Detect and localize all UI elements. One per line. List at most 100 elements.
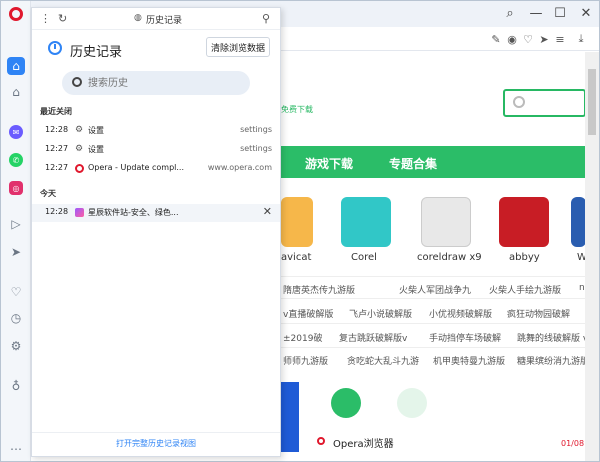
history-domain: settings	[240, 144, 272, 153]
search-icon	[513, 96, 525, 108]
player-icon[interactable]: ▷	[7, 215, 25, 233]
history-title: 星辰软件站-安全、绿色...	[88, 208, 179, 217]
opera-menu-button[interactable]	[7, 5, 25, 23]
pin-icon[interactable]: ⚲	[262, 12, 270, 25]
clear-browsing-data-button[interactable]: 清除浏览数据	[206, 37, 270, 57]
app-w-icon[interactable]	[571, 197, 586, 247]
tag-link[interactable]: 疯狂动物园破解	[507, 307, 570, 320]
apps-icon[interactable]	[331, 388, 361, 418]
history-domain: www.opera.com	[207, 163, 272, 172]
whatsapp-icon[interactable]: ✆	[7, 151, 25, 169]
tag-link[interactable]: 贪吃蛇大乱斗九游	[347, 354, 419, 367]
history-item[interactable]: 12:28 星辰软件站-安全、绿色... ✕	[32, 204, 280, 222]
app-name[interactable]: avicat	[281, 252, 311, 263]
tag-link[interactable]: 火柴人手绘九游版	[489, 283, 561, 296]
app-navicat-icon[interactable]	[281, 197, 313, 247]
history-item[interactable]: 12:28 ⚙ 设置 settings	[32, 122, 280, 140]
browser-window: ⌕ — ☐ ✕ ✎ ◉ ♡ ➤ ≡ ⤓ 免费下载 游戏下载 专题合集 avica…	[0, 0, 600, 462]
opera-icon	[317, 437, 325, 445]
app-abbyy-icon[interactable]	[499, 197, 549, 247]
history-search[interactable]	[62, 71, 250, 95]
panel-header-bar: ⋮ ↻ ◍ 历史记录 ⚲	[32, 8, 280, 30]
more-vertical-icon[interactable]: ⋮	[40, 12, 51, 25]
gamepad-icon[interactable]	[397, 388, 427, 418]
more-options-icon[interactable]: …	[7, 437, 25, 455]
page-title: 历史记录	[70, 45, 123, 60]
open-full-history-link[interactable]: 打开完整历史记录视图	[32, 438, 280, 449]
history-time: 12:27	[45, 163, 69, 172]
promo-title[interactable]: Opera浏览器	[333, 435, 394, 450]
globe-icon: ◍	[134, 13, 142, 23]
divider	[281, 298, 586, 299]
camera-icon[interactable]: ◉	[505, 32, 519, 46]
promo-image[interactable]	[281, 382, 299, 452]
tag-link[interactable]: 糖果缤纷消九游版	[517, 354, 586, 367]
divider	[281, 276, 586, 277]
speed-dial-icon[interactable]: ⌂	[7, 83, 25, 101]
clock-icon	[48, 41, 62, 55]
app-coreldraw-icon[interactable]	[421, 197, 471, 247]
nav-games[interactable]: 游戏下载	[305, 155, 353, 172]
history-item[interactable]: 12:27 Opera - Update compl... www.opera.…	[32, 160, 280, 178]
heart-icon[interactable]: ♡	[521, 32, 535, 46]
close-window-button[interactable]: ✕	[573, 4, 599, 22]
opera-icon	[74, 163, 84, 173]
tag-link[interactable]: 师师九游版	[283, 354, 328, 367]
app-name[interactable]: coreldraw x9	[417, 252, 482, 263]
tag-link[interactable]: 隋唐英杰传九游版	[283, 283, 355, 296]
tips-bulb-icon[interactable]: ♁	[7, 377, 25, 395]
history-domain: settings	[240, 125, 272, 134]
settings-gear-icon[interactable]: ⚙	[7, 337, 25, 355]
tag-link[interactable]: 小优视频破解版	[429, 307, 492, 320]
menu-icon[interactable]: ≡	[553, 32, 567, 46]
divider	[281, 347, 586, 348]
maximize-button[interactable]: ☐	[547, 4, 573, 22]
page-counter: 01/08	[561, 439, 585, 448]
tag-link[interactable]: ±2019破	[283, 331, 322, 344]
history-panel: ⋮ ↻ ◍ 历史记录 ⚲ 历史记录 清除浏览数据 最近关闭 12:28 ⚙ 设置…	[31, 7, 281, 457]
send-icon[interactable]: ➤	[537, 32, 551, 46]
history-time: 12:28	[45, 207, 69, 216]
tag-link[interactable]: 复古跳跃破解版v	[339, 331, 407, 344]
tag-link[interactable]: 机甲奥特曼九游版	[433, 354, 505, 367]
search-icon	[72, 77, 82, 87]
gear-icon: ⚙	[74, 125, 84, 135]
tag-link[interactable]: 火柴人军团战争九	[399, 283, 471, 296]
web-page: 免费下载 游戏下载 专题合集 avicat Corel coreldraw x9…	[281, 52, 586, 461]
section-recently-closed: 最近关闭	[40, 107, 72, 116]
refresh-icon[interactable]: ↻	[58, 12, 67, 25]
opera-sidebar: ⌂ ⌂ ✉ ✆ ◎ ▷ ➤ ♡ ◷ ⚙ ♁ …	[1, 1, 31, 461]
gear-icon: ⚙	[74, 144, 84, 154]
tag-link[interactable]: 跳舞的线破解版 v	[517, 331, 586, 344]
instagram-icon[interactable]: ◎	[7, 179, 25, 197]
app-corel-icon[interactable]	[341, 197, 391, 247]
minimize-button[interactable]: —	[523, 4, 549, 22]
tag-link[interactable]: v直播破解版	[283, 307, 333, 320]
bookmarks-heart-icon[interactable]: ♡	[7, 283, 25, 301]
send-icon[interactable]: ➤	[7, 243, 25, 261]
history-title: Opera - Update compl...	[88, 163, 184, 172]
search-tabs-icon[interactable]: ⌕	[497, 4, 523, 22]
site-favicon-icon	[74, 207, 84, 217]
tag-link[interactable]: 手动挡停车场破解	[429, 331, 501, 344]
history-icon[interactable]: ◷	[7, 309, 25, 327]
history-item[interactable]: 12:27 ⚙ 设置 settings	[32, 141, 280, 159]
history-search-input[interactable]	[88, 75, 238, 91]
scrollbar-thumb[interactable]	[588, 69, 596, 135]
section-today: 今天	[40, 189, 56, 198]
divider	[281, 323, 586, 324]
tag-link[interactable]: 飞卢小说破解版	[349, 307, 412, 320]
app-name[interactable]: Corel	[351, 252, 377, 263]
home-icon[interactable]: ⌂	[7, 57, 25, 75]
nav-topics[interactable]: 专题合集	[389, 155, 437, 172]
app-name[interactable]: abbyy	[509, 252, 540, 263]
edit-icon[interactable]: ✎	[489, 32, 503, 46]
download-icon[interactable]: ⤓	[574, 32, 588, 46]
site-search-box[interactable]	[503, 89, 586, 117]
divider	[32, 432, 280, 433]
site-slogan: 免费下载	[281, 105, 313, 114]
messenger-icon[interactable]: ✉	[7, 123, 25, 141]
history-time: 12:28	[45, 125, 69, 134]
history-time: 12:27	[45, 144, 69, 153]
close-icon[interactable]: ✕	[263, 205, 272, 218]
